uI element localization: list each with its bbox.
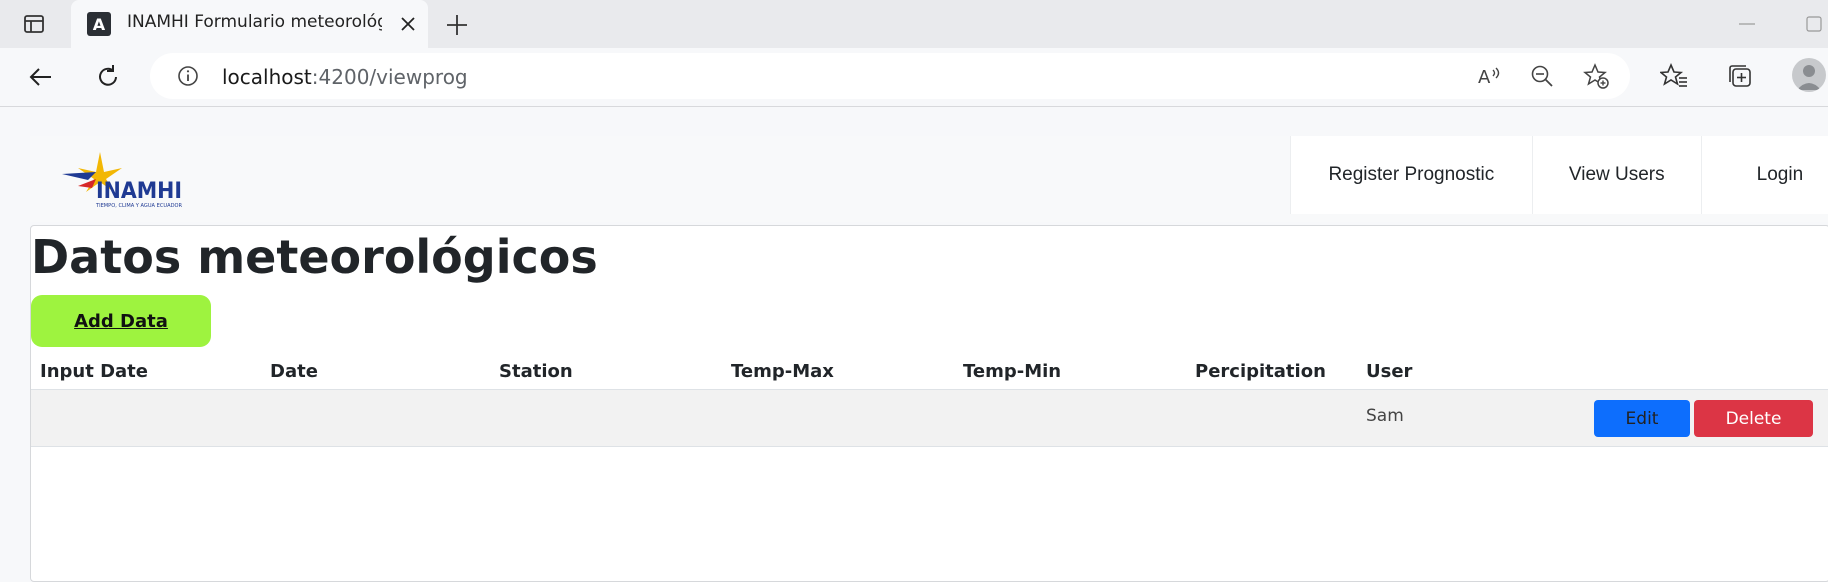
minimize-icon[interactable]: [1735, 14, 1759, 34]
brand-name: INAMHI: [96, 179, 182, 204]
data-card: Datos meteorológicos Add Data Input Date…: [30, 225, 1828, 582]
zoom-out-icon[interactable]: [1528, 62, 1556, 90]
brand-tagline: TIEMPO, CLIMA Y AGUA ECUADOR: [95, 203, 183, 209]
header-temp-max: Temp-Max: [731, 361, 834, 382]
nav-view-users[interactable]: View Users: [1531, 136, 1701, 214]
url-text[interactable]: localhost:4200/viewprog: [222, 65, 468, 89]
header-percipitation: Percipitation: [1195, 361, 1326, 382]
data-table: Input Date Date Station Temp-Max Temp-Mi…: [31, 349, 1828, 447]
delete-button[interactable]: Delete: [1694, 400, 1813, 437]
header-temp-min: Temp-Min: [963, 361, 1062, 382]
page-content: INAMHI TIEMPO, CLIMA Y AGUA ECUADOR Regi…: [0, 107, 1828, 582]
close-icon[interactable]: [397, 13, 419, 35]
page-title: Datos meteorológicos: [31, 230, 598, 284]
browser-toolbar: localhost:4200/viewprog A: [0, 48, 1828, 107]
nav-login[interactable]: Login: [1700, 136, 1828, 214]
collections-icon[interactable]: [1726, 62, 1754, 90]
header-station: Station: [499, 361, 573, 382]
reload-icon[interactable]: [92, 61, 124, 93]
table-row: Sam Edit Delete: [31, 390, 1828, 447]
cell-user: Sam: [1366, 406, 1404, 426]
site-navbar: INAMHI TIEMPO, CLIMA Y AGUA ECUADOR Regi…: [30, 136, 1828, 222]
svg-text:A: A: [1478, 67, 1491, 88]
angular-favicon-icon: A: [87, 12, 111, 36]
header-date: Date: [270, 361, 318, 382]
browser-tab-strip: A INAMHI Formulario meteorológico: [0, 0, 1828, 48]
favorites-icon[interactable]: [1660, 62, 1688, 90]
svg-text:A: A: [93, 15, 106, 34]
add-data-button[interactable]: Add Data: [31, 295, 211, 347]
back-arrow-icon[interactable]: [25, 61, 57, 93]
info-icon[interactable]: [176, 64, 200, 88]
window-icon[interactable]: [22, 12, 46, 36]
header-input-date: Input Date: [40, 361, 148, 382]
maximize-icon[interactable]: [1804, 14, 1824, 34]
table-header: Input Date Date Station Temp-Max Temp-Mi…: [31, 349, 1828, 390]
browser-tab[interactable]: A INAMHI Formulario meteorológico: [71, 0, 428, 48]
add-favorite-icon[interactable]: [1582, 62, 1610, 90]
profile-icon[interactable]: [1792, 58, 1826, 92]
address-bar[interactable]: localhost:4200/viewprog A: [150, 53, 1630, 99]
inamhi-logo[interactable]: INAMHI TIEMPO, CLIMA Y AGUA ECUADOR: [62, 152, 184, 210]
tab-title: INAMHI Formulario meteorológico: [127, 12, 382, 32]
read-aloud-icon[interactable]: A: [1474, 62, 1502, 90]
edit-button[interactable]: Edit: [1594, 400, 1690, 437]
plus-icon[interactable]: [444, 12, 470, 38]
nav-links: Register Prognostic View Users Login: [1290, 136, 1828, 214]
nav-register-prognostic[interactable]: Register Prognostic: [1290, 136, 1532, 214]
header-user: User: [1366, 361, 1413, 382]
